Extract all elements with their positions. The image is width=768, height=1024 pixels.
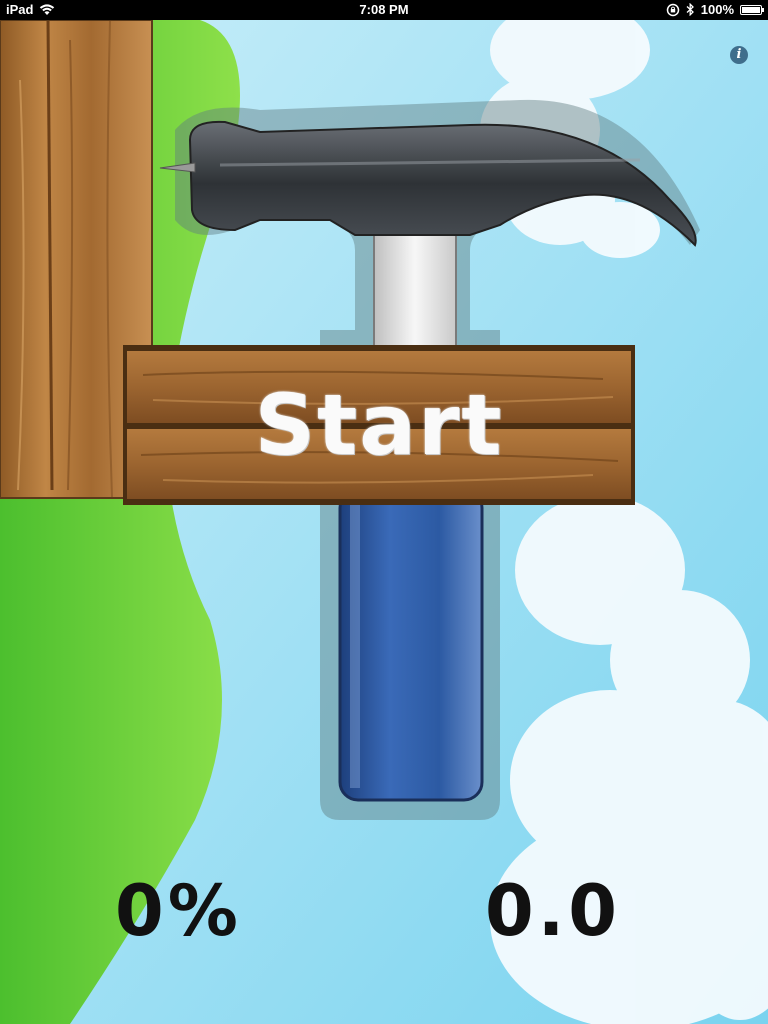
start-button[interactable]: Start [123, 345, 635, 505]
start-button-label: Start [254, 376, 504, 474]
status-bar: iPad 7:08 PM 100% [0, 0, 768, 20]
progress-percent: 0% [115, 870, 242, 952]
info-icon: i [736, 47, 742, 62]
status-time: 7:08 PM [359, 2, 409, 17]
bluetooth-icon [686, 3, 694, 16]
lock-rotation-icon [666, 3, 679, 16]
status-bar-right: 100% [666, 2, 764, 17]
battery-percent: 100% [700, 2, 734, 17]
info-button[interactable]: i [730, 46, 748, 64]
score-value: 0.0 [485, 870, 622, 952]
battery-icon [740, 4, 764, 15]
game-scene: i Start 0% 0.0 [0, 20, 768, 1024]
